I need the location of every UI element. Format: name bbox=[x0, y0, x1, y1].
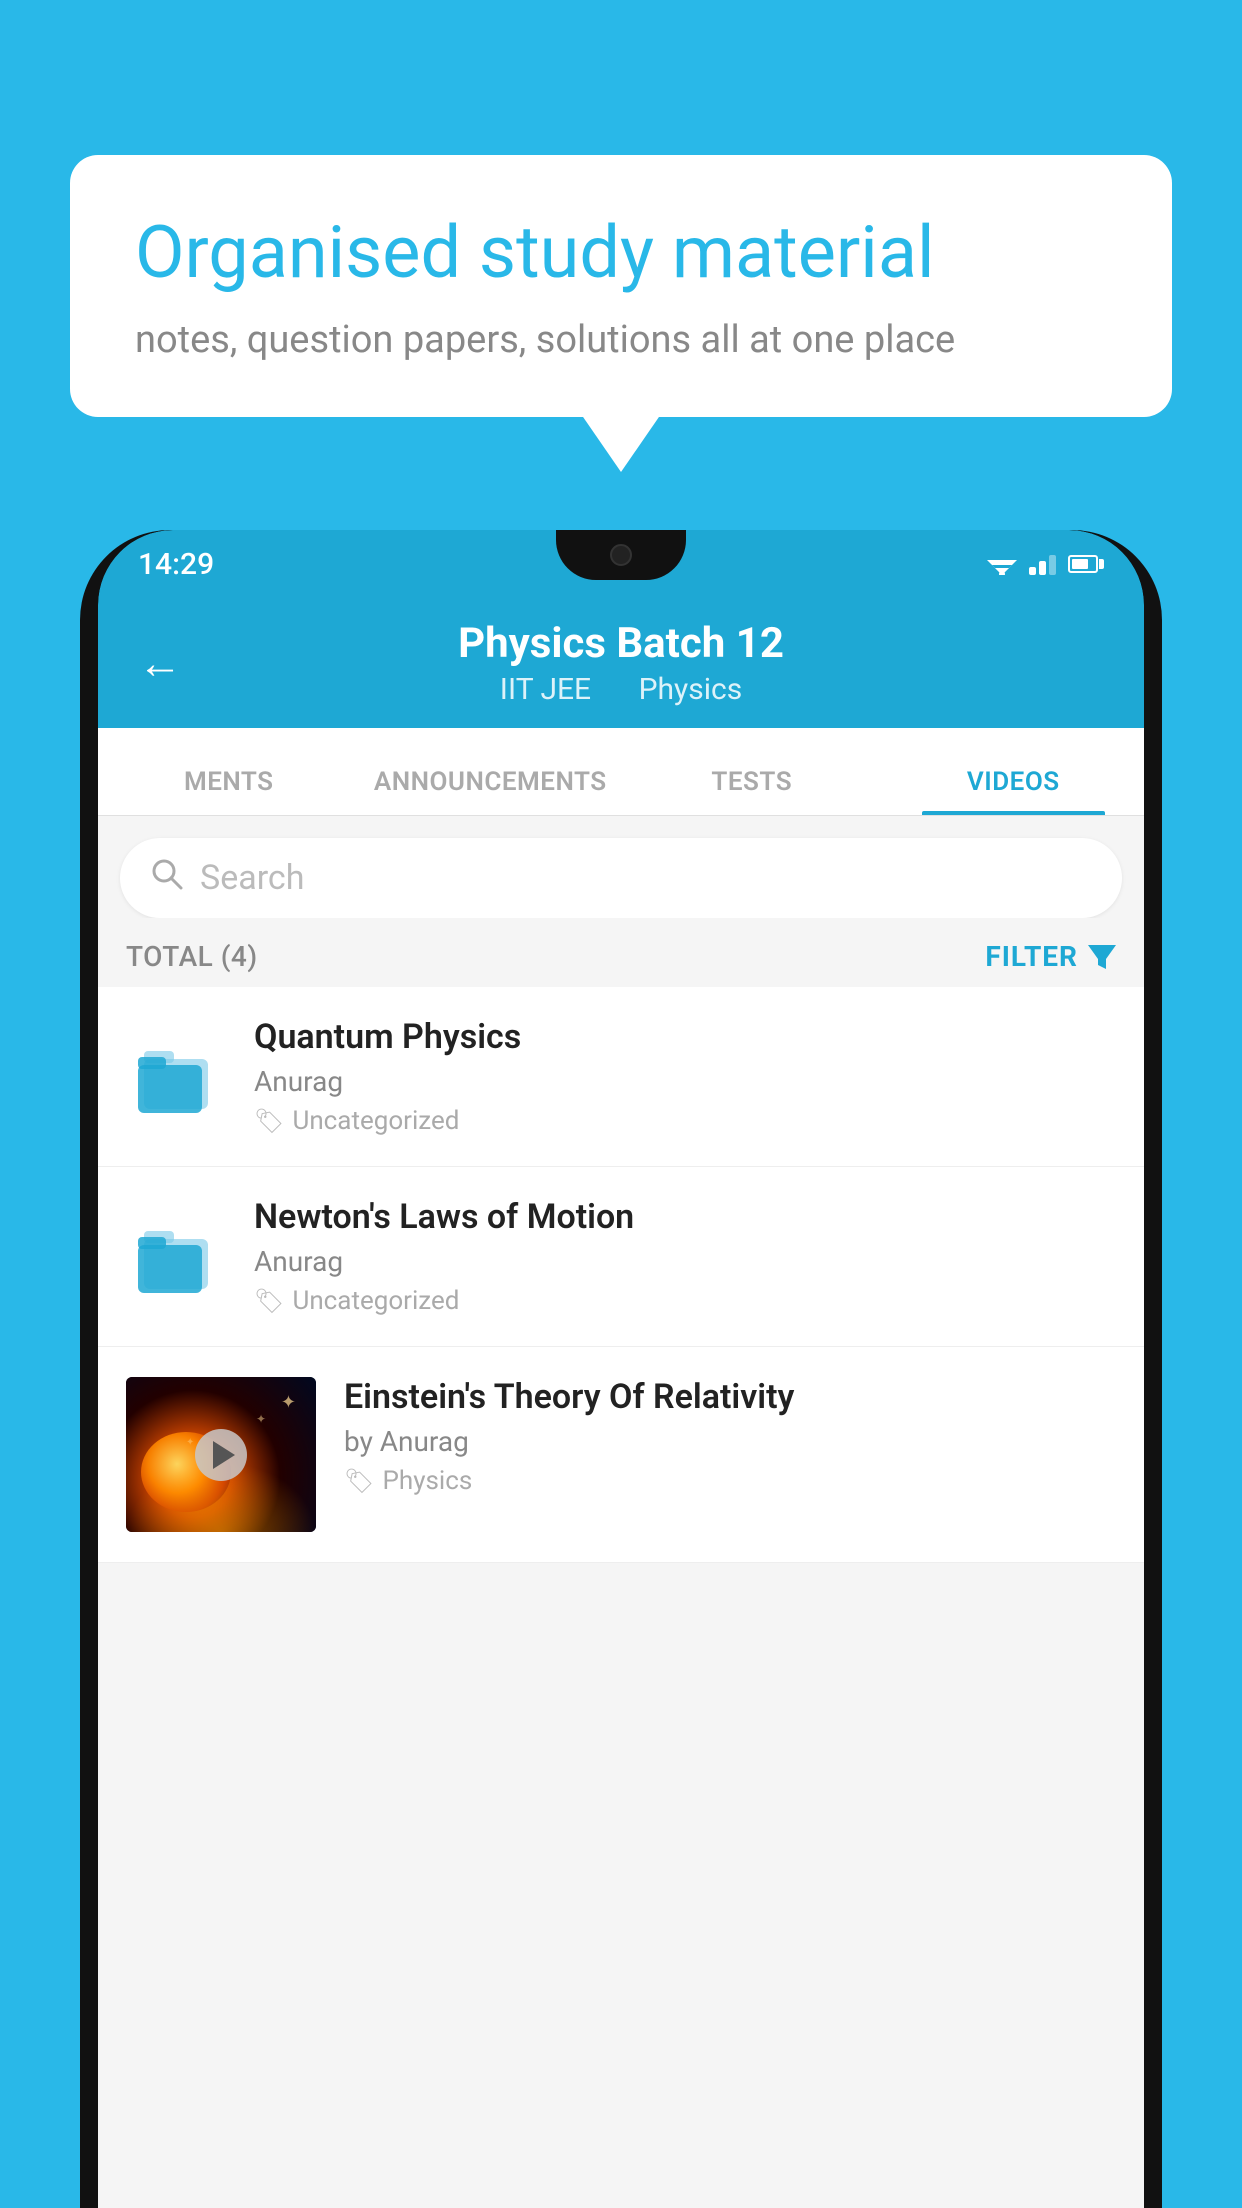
total-count: TOTAL (4) bbox=[126, 940, 258, 973]
phone-screen: 14:29 bbox=[98, 530, 1144, 2208]
speech-bubble-title: Organised study material bbox=[135, 210, 1107, 296]
search-placeholder: Search bbox=[200, 858, 304, 898]
tab-videos[interactable]: VIDEOS bbox=[883, 767, 1145, 815]
tab-ments[interactable]: MENTS bbox=[98, 767, 360, 815]
list-item[interactable]: ✦ ✦ ✦ Einstein's Theory Of Relativity by… bbox=[98, 1347, 1144, 1563]
video-author: Anurag bbox=[254, 1245, 1116, 1278]
status-icons bbox=[987, 553, 1104, 575]
back-button[interactable]: ← bbox=[138, 637, 182, 689]
video-info: Einstein's Theory Of Relativity by Anura… bbox=[344, 1377, 1116, 1496]
wifi-icon bbox=[987, 553, 1017, 575]
folder-icon-wrap bbox=[126, 1035, 226, 1119]
play-button[interactable] bbox=[195, 1429, 247, 1481]
filter-button[interactable]: FILTER bbox=[985, 940, 1116, 973]
battery-icon bbox=[1068, 555, 1104, 573]
app-bar: ← Physics Batch 12 IIT JEE Physics bbox=[98, 598, 1144, 728]
screen-content: Search TOTAL (4) FILTER bbox=[98, 816, 1144, 2208]
speech-bubble-subtitle: notes, question papers, solutions all at… bbox=[135, 318, 1107, 362]
video-author: by Anurag bbox=[344, 1425, 1116, 1458]
search-bar[interactable]: Search bbox=[120, 838, 1122, 918]
tag-icon: 🏷 bbox=[344, 1467, 374, 1495]
batch-subject: Physics bbox=[639, 672, 743, 707]
total-bar: TOTAL (4) FILTER bbox=[98, 918, 1144, 987]
batch-title: Physics Batch 12 bbox=[458, 619, 784, 668]
tag-icon: 🏷 bbox=[254, 1287, 284, 1315]
status-bar: 14:29 bbox=[98, 530, 1144, 598]
folder-icon bbox=[134, 1037, 218, 1117]
speech-bubble: Organised study material notes, question… bbox=[70, 155, 1172, 417]
folder-icon-wrap bbox=[126, 1215, 226, 1299]
video-info: Quantum Physics Anurag 🏷 Uncategorized bbox=[254, 1017, 1116, 1136]
video-tag: 🏷 Uncategorized bbox=[254, 1106, 1116, 1136]
tab-tests[interactable]: TESTS bbox=[621, 767, 883, 815]
list-item[interactable]: Quantum Physics Anurag 🏷 Uncategorized bbox=[98, 987, 1144, 1167]
camera-dot bbox=[610, 544, 632, 566]
signal-bars-icon bbox=[1029, 553, 1056, 575]
tag-icon: 🏷 bbox=[254, 1107, 284, 1135]
video-thumbnail: ✦ ✦ ✦ bbox=[126, 1377, 316, 1532]
video-author: Anurag bbox=[254, 1065, 1116, 1098]
video-tag: 🏷 Physics bbox=[344, 1466, 1116, 1496]
filter-icon bbox=[1088, 945, 1116, 969]
batch-category: IIT JEE bbox=[500, 672, 591, 707]
tag-label: Physics bbox=[382, 1466, 472, 1496]
video-tag: 🏷 Uncategorized bbox=[254, 1286, 1116, 1316]
phone-frame: 14:29 bbox=[80, 530, 1162, 2208]
tab-announcements[interactable]: ANNOUNCEMENTS bbox=[360, 767, 622, 815]
video-list: Quantum Physics Anurag 🏷 Uncategorized bbox=[98, 987, 1144, 1563]
search-icon bbox=[150, 857, 184, 900]
notch bbox=[556, 530, 686, 580]
tag-label: Uncategorized bbox=[292, 1106, 459, 1136]
folder-icon bbox=[134, 1217, 218, 1297]
tag-label: Uncategorized bbox=[292, 1286, 459, 1316]
phone-inner: 14:29 bbox=[98, 530, 1144, 2208]
play-triangle bbox=[213, 1441, 235, 1469]
app-bar-title: Physics Batch 12 IIT JEE Physics bbox=[458, 619, 784, 707]
list-item[interactable]: Newton's Laws of Motion Anurag 🏷 Uncateg… bbox=[98, 1167, 1144, 1347]
video-info: Newton's Laws of Motion Anurag 🏷 Uncateg… bbox=[254, 1197, 1116, 1316]
status-time: 14:29 bbox=[138, 547, 214, 582]
video-title: Newton's Laws of Motion bbox=[254, 1197, 1116, 1237]
video-title: Einstein's Theory Of Relativity bbox=[344, 1377, 1116, 1417]
batch-subtitle: IIT JEE Physics bbox=[458, 672, 784, 707]
tab-bar: MENTS ANNOUNCEMENTS TESTS VIDEOS bbox=[98, 728, 1144, 816]
video-title: Quantum Physics bbox=[254, 1017, 1116, 1057]
filter-label: FILTER bbox=[985, 940, 1078, 973]
